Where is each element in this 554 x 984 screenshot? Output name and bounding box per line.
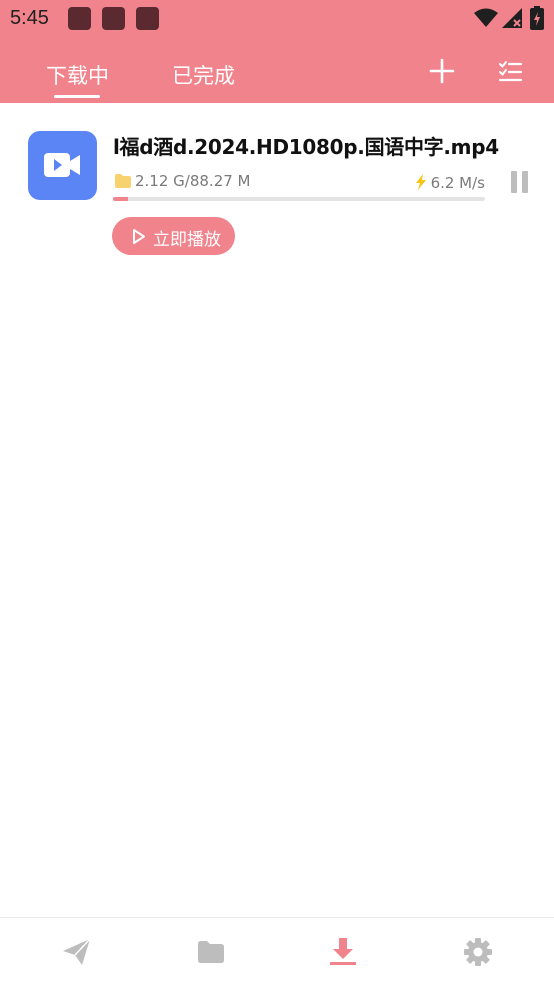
battery-icon <box>530 6 544 30</box>
play-now-button[interactable]: 立即播放 <box>112 217 235 255</box>
nav-files[interactable] <box>195 936 227 968</box>
add-icon <box>429 58 455 84</box>
app-header: 下载中 已完成 <box>0 38 554 103</box>
tab-active-indicator <box>54 95 100 98</box>
app-notification-icon <box>68 7 91 30</box>
app-notification-icon <box>102 7 125 30</box>
download-icon <box>330 938 356 965</box>
status-time: 5:45 <box>10 7 49 29</box>
pause-icon <box>511 171 517 193</box>
download-item[interactable]: l福d酒d.2024.HD1080p.国语中字.mp4 2.12 G/88.27… <box>0 103 554 273</box>
add-button[interactable] <box>427 56 457 86</box>
checklist-icon <box>498 61 523 82</box>
pause-icon <box>522 171 528 193</box>
app-notification-icon <box>136 7 159 30</box>
nav-downloads[interactable] <box>327 936 359 968</box>
play-now-label: 立即播放 <box>153 230 221 250</box>
bottom-nav <box>0 917 554 984</box>
tab-downloading[interactable]: 下载中 <box>46 60 109 90</box>
download-speed-value: 6.2 M/s <box>430 174 485 192</box>
progress-bar <box>113 197 485 201</box>
signal-icon <box>502 8 522 28</box>
folder-small-icon <box>115 174 131 188</box>
tab-completed[interactable]: 已完成 <box>172 60 235 90</box>
video-camera-icon <box>44 153 80 177</box>
folder-icon <box>198 941 224 963</box>
send-icon <box>63 938 91 965</box>
play-icon <box>133 229 145 244</box>
settings-icon <box>464 938 492 966</box>
status-bar: 5:45 <box>0 0 554 38</box>
progress-fill <box>113 197 128 201</box>
nav-settings[interactable] <box>462 936 494 968</box>
video-thumbnail <box>28 131 97 200</box>
download-stats: 2.12 G/88.27 M 6.2 M/s <box>113 171 485 193</box>
wifi-icon <box>474 8 498 27</box>
file-size: 2.12 G/88.27 M <box>135 172 251 190</box>
file-name: l福d酒d.2024.HD1080p.国语中字.mp4 <box>113 135 499 159</box>
nav-send[interactable] <box>61 936 93 968</box>
batch-select-button[interactable] <box>496 56 526 86</box>
download-speed: 6.2 M/s <box>415 172 485 192</box>
pause-button[interactable] <box>508 169 532 197</box>
lightning-icon <box>415 174 426 190</box>
